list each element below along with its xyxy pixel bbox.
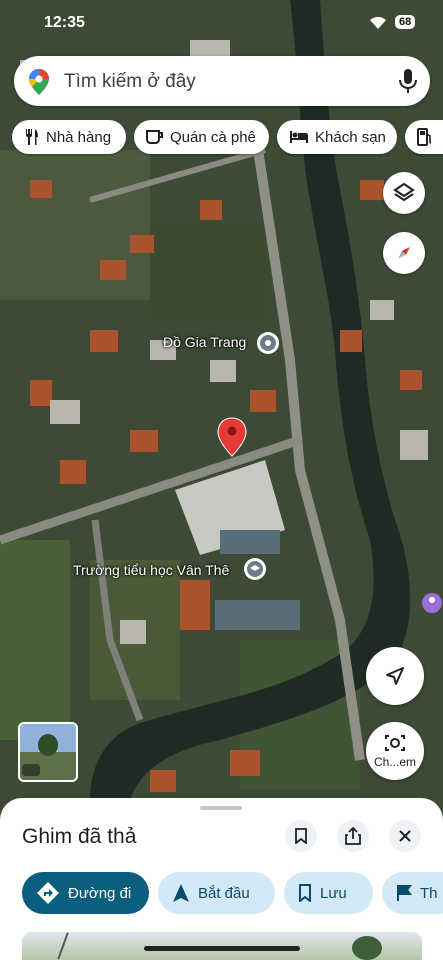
compass-button[interactable] bbox=[383, 232, 425, 274]
chip-label: Nhà hàng bbox=[46, 128, 112, 146]
search-bar[interactable]: Tìm kiếm ở đây bbox=[14, 56, 430, 106]
save-label: Lưu bbox=[320, 884, 347, 902]
more-action-label: Th bbox=[420, 884, 438, 902]
lens-button[interactable]: Ch...em bbox=[366, 722, 424, 780]
close-icon bbox=[399, 830, 411, 842]
start-label: Bắt đầu bbox=[198, 884, 250, 902]
search-input[interactable]: Tìm kiếm ở đây bbox=[64, 71, 196, 93]
chip-label: Khách sạn bbox=[315, 128, 386, 146]
bookmark-icon bbox=[295, 828, 307, 844]
layers-button[interactable] bbox=[383, 172, 425, 214]
share-icon bbox=[345, 827, 361, 845]
gas-station-icon bbox=[417, 128, 432, 146]
more-action-button[interactable]: Th bbox=[382, 872, 443, 914]
navigation-arrow-icon bbox=[386, 667, 404, 685]
bed-icon bbox=[290, 131, 308, 143]
compass-icon bbox=[398, 247, 410, 259]
school-icon[interactable] bbox=[244, 558, 266, 580]
place-marker-icon[interactable] bbox=[257, 332, 279, 354]
poi-marker-icon[interactable] bbox=[422, 593, 442, 613]
rotate-360-icon bbox=[22, 764, 40, 776]
street-view-thumbnail[interactable] bbox=[18, 722, 78, 782]
share-button[interactable] bbox=[337, 820, 369, 852]
chip-gas[interactable] bbox=[405, 120, 443, 154]
drag-handle[interactable] bbox=[200, 806, 242, 810]
map-label-place[interactable]: Đồ Gia Trang bbox=[163, 334, 246, 350]
chip-label: Quán cà phê bbox=[170, 128, 256, 146]
category-chips: Nhà hàng Quán cà phê Khách sạn bbox=[12, 120, 443, 154]
chip-restaurants[interactable]: Nhà hàng bbox=[12, 120, 126, 154]
close-button[interactable] bbox=[389, 820, 421, 852]
sheet-title: Ghim đã thả bbox=[22, 825, 137, 848]
status-bar: 12:35 68 bbox=[0, 12, 443, 36]
chip-coffee[interactable]: Quán cà phê bbox=[134, 120, 269, 154]
layers-icon bbox=[393, 182, 415, 202]
map-label-school[interactable]: Trường tiểu học Vân Thê bbox=[73, 562, 229, 578]
flag-icon bbox=[397, 885, 412, 901]
coffee-cup-icon bbox=[146, 130, 163, 144]
directions-button[interactable]: Đường đi bbox=[22, 872, 149, 914]
bookmark-icon bbox=[299, 884, 311, 902]
chip-hotels[interactable]: Khách sạn bbox=[277, 120, 397, 154]
home-indicator bbox=[144, 946, 300, 951]
status-time: 12:35 bbox=[44, 14, 85, 31]
navigation-arrow-icon bbox=[173, 884, 189, 902]
fork-knife-icon bbox=[26, 129, 38, 145]
maps-logo-icon bbox=[28, 68, 50, 101]
start-button[interactable]: Bắt đầu bbox=[158, 872, 275, 914]
save-bookmark-button[interactable] bbox=[285, 820, 317, 852]
microphone-icon[interactable] bbox=[398, 68, 418, 99]
my-location-button[interactable] bbox=[366, 647, 424, 705]
wifi-icon bbox=[368, 14, 388, 35]
save-button[interactable]: Lưu bbox=[284, 872, 373, 914]
directions-icon bbox=[37, 882, 59, 904]
camera-lens-icon bbox=[385, 735, 405, 751]
place-bottom-sheet[interactable]: Ghim đã thả Đường đi Bắt đầu Lưu Th bbox=[0, 798, 443, 960]
battery-badge: 68 bbox=[395, 15, 416, 29]
directions-label: Đường đi bbox=[68, 884, 132, 902]
lens-label: Ch...em bbox=[373, 755, 416, 769]
